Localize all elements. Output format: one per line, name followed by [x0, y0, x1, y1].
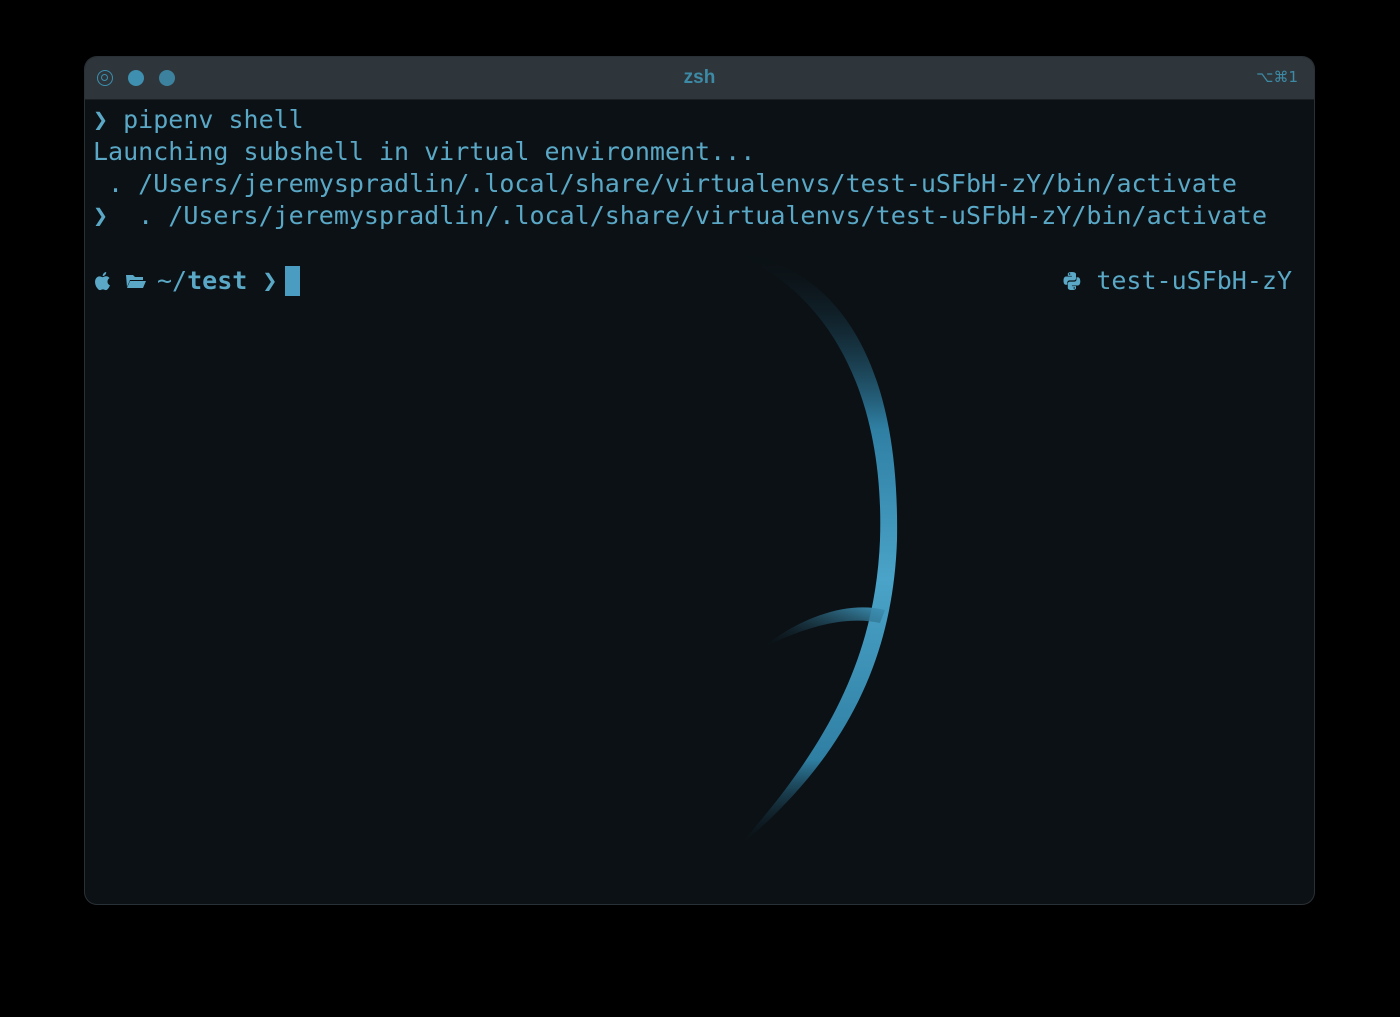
terminal-line: ❯ . /Users/jeremyspradlin/.local/share/v…	[93, 200, 1267, 232]
text-cursor[interactable]	[285, 266, 301, 296]
command-text: pipenv shell	[108, 105, 304, 134]
virtualenv-indicator: test-uSFbH-zY	[1062, 264, 1292, 298]
terminal-window: zsh ⌥⌘1 ❯ pipenv shell Launching subshel…	[85, 57, 1314, 904]
output-text: . /Users/jeremyspradlin/.local/share/vir…	[93, 169, 1237, 198]
cwd-prefix: ~/	[157, 266, 188, 295]
python-icon	[1063, 272, 1081, 290]
output-text: Launching subshell in virtual environmen…	[93, 137, 756, 166]
terminal-view[interactable]: ❯ pipenv shell Launching subshell in vir…	[85, 100, 1314, 904]
cwd-name: test	[187, 266, 248, 295]
terminal-line: ❯ pipenv shell	[93, 104, 304, 136]
prompt-arrow: ❯	[93, 201, 109, 230]
virtualenv-name: test-uSFbH-zY	[1096, 266, 1292, 295]
prompt-arrow: ❯	[262, 266, 278, 295]
prompt-arrow: ❯	[93, 105, 109, 134]
title-bar[interactable]: zsh ⌥⌘1	[85, 57, 1314, 100]
terminal-line: . /Users/jeremyspradlin/.local/share/vir…	[93, 168, 1237, 200]
folder-open-icon	[126, 275, 146, 288]
shell-prompt: ~/test ❯	[93, 264, 301, 298]
command-text: . /Users/jeremyspradlin/.local/share/vir…	[108, 201, 1268, 230]
apple-icon	[95, 272, 110, 291]
window-title: zsh	[683, 67, 716, 88]
tab-shortcut-label: ⌥⌘1	[1256, 68, 1298, 86]
terminal-line: Launching subshell in virtual environmen…	[93, 136, 755, 168]
